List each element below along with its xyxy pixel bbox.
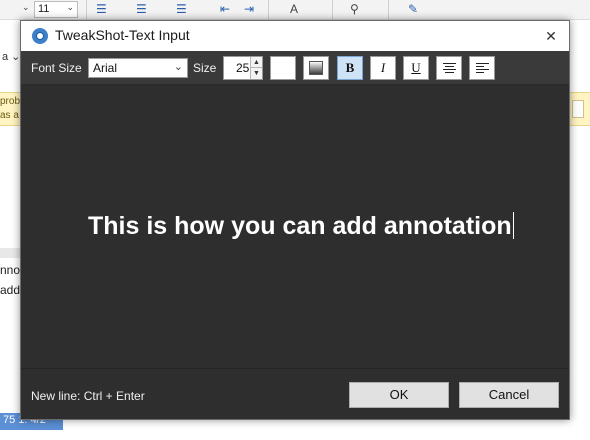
fill-color-icon [309,61,323,75]
italic-button[interactable]: I [370,56,396,80]
document-text-line: add [0,283,21,297]
spin-down-icon[interactable]: ▼ [250,68,262,79]
cancel-label: Cancel [488,387,530,402]
bold-label: B [345,60,355,75]
new-line-hint: New line: Ctrl + Enter [31,389,145,403]
chevron-down-icon[interactable]: ⌄ [22,2,30,13]
find-icon[interactable]: ⚲ [350,2,359,16]
italic-label: I [380,60,386,75]
editor-icon[interactable]: ✎ [408,2,418,16]
text-caret [512,212,514,239]
background-warning-bar: prob as a [0,92,22,126]
app-logo-icon [32,28,48,44]
annotation-text[interactable]: This is how you can add annotation [88,212,512,240]
background-font-size-select[interactable]: 11 ⌄ [34,1,78,18]
spin-up-icon[interactable]: ▲ [250,57,262,68]
document-text-line: nno [0,263,21,277]
background-toolbar: ⌄ 11 ⌄ ☰ ☰ ☰ ⇤ ⇥ A ⚲ ✎ [0,0,590,20]
numbered-list-icon[interactable]: ☰ [136,2,147,16]
size-value: 25 [236,61,250,75]
ok-button[interactable]: OK [349,382,449,408]
bullet-list-icon[interactable]: ☰ [96,2,107,16]
dialog-titlebar[interactable]: TweakShot-Text Input ✕ [21,21,569,51]
dialog-footer: New line: Ctrl + Enter OK Cancel [21,368,569,419]
font-family-select[interactable]: Arial ⌄ [88,58,188,78]
fill-color-button[interactable] [303,56,329,80]
background-style-label: a [2,51,9,63]
toolbar-separator [86,0,87,20]
decrease-indent-icon[interactable]: ⇤ [220,2,230,16]
warning-line: prob [0,96,21,107]
text-format-toolbar: Font Size Arial ⌄ Size 25 ▲ ▼ B I U [21,51,569,85]
multilevel-list-icon[interactable]: ☰ [176,2,187,16]
ok-label: OK [389,387,409,402]
underline-label: U [411,60,421,75]
chevron-down-icon: ⌄ [173,61,183,73]
text-color-button[interactable] [270,56,296,80]
underline-button[interactable]: U [403,56,429,80]
background-warning-bar-right [570,92,590,126]
font-size-label: Font Size [31,61,82,75]
cancel-button[interactable]: Cancel [459,382,559,408]
warning-input[interactable] [572,100,584,118]
text-styles-icon[interactable]: A [290,2,298,16]
close-button[interactable]: ✕ [541,26,561,46]
text-input-area[interactable]: This is how you can add annotation [21,86,569,368]
text-wrap-button[interactable] [469,56,495,80]
background-document-margin [0,20,22,420]
text-wrap-icon [476,63,489,74]
size-spinner[interactable]: 25 ▲ ▼ [223,56,263,80]
toolbar-separator [388,0,389,20]
dialog-title: TweakShot-Text Input [55,27,190,43]
size-label: Size [193,61,217,75]
toolbar-separator [332,0,333,20]
toolbar-separator [268,0,269,20]
increase-indent-icon[interactable]: ⇥ [244,2,254,16]
font-family-value: Arial [93,61,118,75]
chevron-down-icon: ⌄ [66,2,74,12]
text-input-dialog: TweakShot-Text Input ✕ Font Size Arial ⌄… [20,20,570,420]
warning-line: as a [0,110,19,121]
align-center-icon [443,63,456,74]
annotation-text-row: This is how you can add annotation [88,212,514,241]
background-font-size-value: 11 [38,3,50,15]
align-center-button[interactable] [436,56,462,80]
close-icon: ✕ [545,28,557,44]
bold-button[interactable]: B [337,56,363,80]
background-style-dropdown[interactable]: a ⌄ [2,50,20,63]
background-divider [0,248,22,258]
